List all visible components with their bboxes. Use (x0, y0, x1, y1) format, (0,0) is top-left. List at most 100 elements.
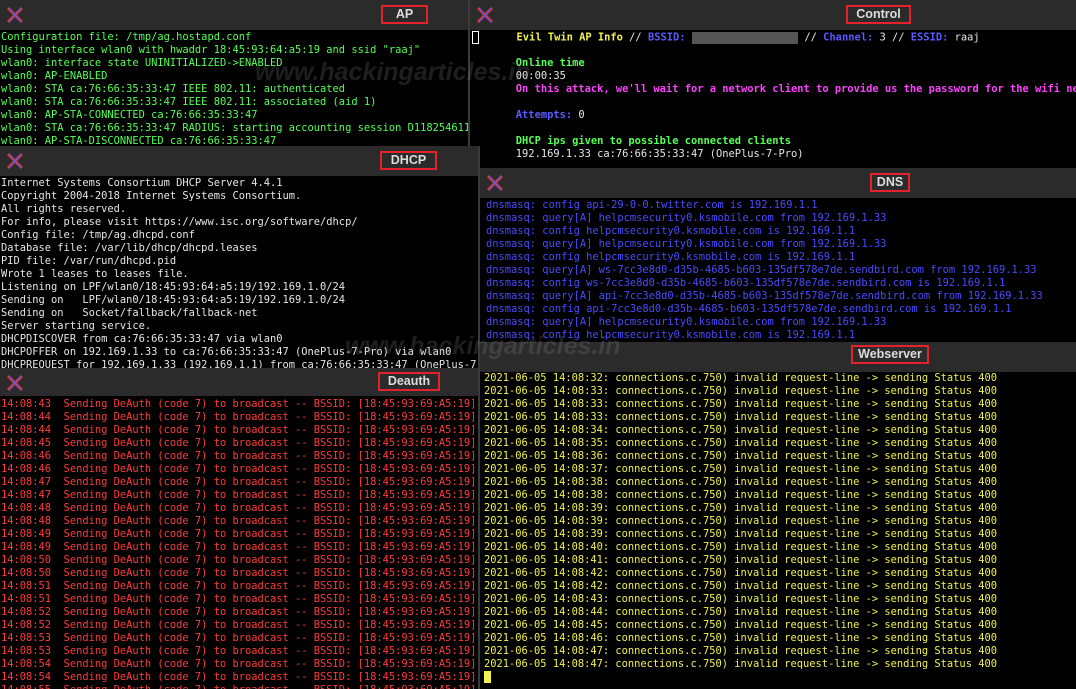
essid-label: ESSID: (910, 31, 949, 44)
log-line: dnsmasq: query[A] helpcmsecurity0.ksmobi… (486, 212, 887, 224)
log-line: dnsmasq: config api-29-0-0.twitter.com i… (486, 199, 818, 211)
log-line: 14:08:48 Sending DeAuth (code 7) to broa… (1, 502, 477, 514)
log-line: 2021-06-05 14:08:44: connections.c.750) … (484, 606, 997, 618)
dhcp-window-title: DHCP (380, 151, 437, 170)
dns-titlebar[interactable]: DNS (480, 168, 1076, 198)
log-line: 14:08:43 Sending DeAuth (code 7) to broa… (1, 398, 477, 410)
webserver-prompt (484, 671, 1076, 684)
ap-titlebar[interactable]: AP (0, 0, 468, 30)
control-titlebar[interactable]: Control (470, 0, 1076, 30)
log-line: 2021-06-05 14:08:33: connections.c.750) … (484, 411, 997, 423)
attempts-label: Attempts: (515, 109, 573, 121)
divider (478, 146, 480, 689)
bssid-value: 18:xx:xx:xx:A5:19 (691, 31, 799, 44)
log-line: Sending on Socket/fallback/fallback-net (1, 307, 258, 319)
dhcp-ips-label-row: DHCP ips given to possible connected cli… (472, 135, 1076, 148)
dns-window[interactable]: DNS dnsmasq: config api-29-0-0.twitter.c… (480, 168, 1076, 342)
log-line: PID file: /var/run/dhcpd.pid (1, 255, 177, 267)
deauth-window[interactable]: Deauth 14:08:43 Sending DeAuth (code 7) … (0, 368, 478, 689)
ap-log: Configuration file: /tmp/ag.hostapd.conf… (0, 31, 468, 146)
watermark: www.hackingarticles.in (255, 58, 531, 86)
webserver-log: 2021-06-05 14:08:32: connections.c.750) … (480, 372, 1076, 689)
log-line: Listening on LPF/wlan0/18:45:93:64:a5:19… (1, 281, 346, 293)
deauth-log: 14:08:43 Sending DeAuth (code 7) to broa… (0, 398, 478, 689)
log-line: 2021-06-05 14:08:41: connections.c.750) … (484, 554, 997, 566)
log-line: 2021-06-05 14:08:33: connections.c.750) … (484, 398, 997, 410)
log-line: 14:08:53 Sending DeAuth (code 7) to broa… (1, 645, 477, 657)
log-line: 14:08:48 Sending DeAuth (code 7) to broa… (1, 515, 477, 527)
log-line: 14:08:52 Sending DeAuth (code 7) to broa… (1, 619, 477, 631)
x-close-icon[interactable] (4, 4, 26, 26)
log-line: Configuration file: /tmp/ag.hostapd.conf (1, 31, 252, 43)
attack-msg-row: On this attack, we'll wait for a network… (472, 83, 1076, 96)
deauth-titlebar[interactable]: Deauth (0, 368, 478, 396)
log-line: 14:08:54 Sending DeAuth (code 7) to broa… (1, 658, 477, 670)
log-line: dnsmasq: query[A] api-7cc3e8d0-d35b-4685… (486, 290, 1043, 302)
log-line: Sending on LPF/wlan0/18:45:93:64:a5:19/1… (1, 294, 346, 306)
attempts-row: Attempts: 0 (472, 109, 1076, 122)
log-line: 2021-06-05 14:08:35: connections.c.750) … (484, 437, 997, 449)
online-time-value-row: 00:00:35 (472, 70, 1076, 83)
log-line: 2021-06-05 14:08:45: connections.c.750) … (484, 619, 997, 631)
log-line: dnsmasq: query[A] ws-7cc3e8d0-d35b-4685-… (486, 264, 1037, 276)
attack-message: On this attack, we'll wait for a network… (515, 83, 1076, 95)
log-line: 14:08:50 Sending DeAuth (code 7) to broa… (1, 554, 477, 566)
log-line: 2021-06-05 14:08:37: connections.c.750) … (484, 463, 997, 475)
x-close-icon[interactable] (484, 172, 506, 194)
log-line: 2021-06-05 14:08:39: connections.c.750) … (484, 515, 997, 527)
log-line: 14:08:54 Sending DeAuth (code 7) to broa… (1, 671, 477, 683)
log-line: 14:08:46 Sending DeAuth (code 7) to broa… (1, 450, 477, 462)
log-line: 2021-06-05 14:08:33: connections.c.750) … (484, 385, 997, 397)
log-line: wlan0: AP-STA-CONNECTED ca:76:66:35:33:4… (1, 109, 258, 121)
log-line: 14:08:45 Sending DeAuth (code 7) to broa… (1, 437, 477, 449)
log-line: 2021-06-05 14:08:32: connections.c.750) … (484, 372, 997, 384)
log-line: dnsmasq: config helpcmsecurity0.ksmobile… (486, 225, 856, 237)
log-line: 2021-06-05 14:08:47: connections.c.750) … (484, 645, 997, 657)
log-line: 14:08:47 Sending DeAuth (code 7) to broa… (1, 476, 477, 488)
log-line: 2021-06-05 14:08:38: connections.c.750) … (484, 476, 997, 488)
log-line: 2021-06-05 14:08:46: connections.c.750) … (484, 632, 997, 644)
webserver-window[interactable]: Webserver 2021-06-05 14:08:32: connectio… (480, 342, 1076, 689)
dhcp-client-row: 192.169.1.33 ca:76:66:35:33:47 (OnePlus-… (472, 148, 1076, 161)
attempts-value: 0 (578, 109, 585, 121)
log-line: wlan0: STA ca:76:66:35:33:47 IEEE 802.11… (1, 96, 377, 108)
ap-window-title: AP (381, 5, 428, 24)
watermark: www.hackingarticles.in (345, 332, 621, 360)
control-body: Evil Twin AP Info // BSSID: 18:xx:xx:xx:… (470, 31, 1076, 168)
log-line: wlan0: AP-STA-DISCONNECTED ca:76:66:35:3… (1, 135, 277, 146)
log-line: 2021-06-05 14:08:38: connections.c.750) … (484, 489, 997, 501)
ap-info-label: Evil Twin AP Info (516, 31, 623, 44)
ap-info-line: Evil Twin AP Info // BSSID: 18:xx:xx:xx:… (472, 31, 1076, 44)
dns-window-title: DNS (870, 173, 910, 192)
log-line: All rights reserved. (1, 203, 127, 215)
log-line: 14:08:52 Sending DeAuth (code 7) to broa… (1, 606, 477, 618)
log-line: dnsmasq: config ws-7cc3e8d0-d35b-4685-b6… (486, 277, 1006, 289)
log-line: 14:08:44 Sending DeAuth (code 7) to broa… (1, 411, 477, 423)
log-line: 2021-06-05 14:08:47: connections.c.750) … (484, 658, 997, 670)
terminal-cursor (484, 671, 491, 683)
x-close-icon[interactable] (4, 372, 26, 394)
log-line: Wrote 1 leases to leases file. (1, 268, 189, 280)
x-close-icon[interactable] (4, 150, 26, 172)
essid-value: raaj (954, 31, 980, 44)
webserver-window-title: Webserver (851, 345, 929, 364)
log-line: 2021-06-05 14:08:42: connections.c.750) … (484, 580, 997, 592)
log-line: For info, please visit https://www.isc.o… (1, 216, 358, 228)
separator: // (629, 31, 642, 44)
control-window-title: Control (846, 5, 911, 24)
log-line: 14:08:51 Sending DeAuth (code 7) to broa… (1, 580, 477, 592)
log-line: 14:08:50 Sending DeAuth (code 7) to broa… (1, 567, 477, 579)
dhcp-titlebar[interactable]: DHCP (0, 146, 478, 176)
log-line: Copyright 2004-2018 Internet Systems Con… (1, 190, 302, 202)
x-close-icon[interactable] (474, 4, 496, 26)
log-line: 2021-06-05 14:08:42: connections.c.750) … (484, 567, 997, 579)
channel-label: Channel: (823, 31, 874, 44)
log-line: dnsmasq: query[A] helpcmsecurity0.ksmobi… (486, 238, 887, 250)
separator: // (804, 31, 817, 44)
control-window[interactable]: Control Evil Twin AP Info // BSSID: 18:x… (470, 0, 1076, 168)
log-line: 2021-06-05 14:08:34: connections.c.750) … (484, 424, 997, 436)
log-line: 14:08:49 Sending DeAuth (code 7) to broa… (1, 528, 477, 540)
